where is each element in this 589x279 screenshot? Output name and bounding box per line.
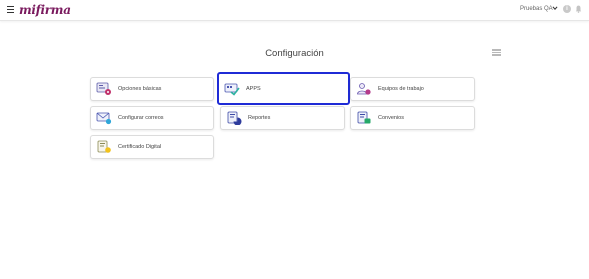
card-label: Opciones básicas: [118, 86, 162, 92]
card-configurar-correos[interactable]: Configurar correos: [90, 106, 214, 130]
card-certificado-digital[interactable]: Certificado Digital: [90, 135, 214, 159]
card-reportes[interactable]: Reportes: [220, 106, 345, 130]
card-label: Convenios: [378, 115, 404, 121]
card-label: Equipos de trabajo: [378, 86, 424, 92]
list-view-icon[interactable]: [492, 49, 501, 57]
basic-options-icon: [96, 82, 111, 95]
card-label: Configurar correos: [118, 115, 164, 121]
user-name[interactable]: Pruebas QA: [520, 6, 553, 12]
apps-icon: [224, 83, 240, 96]
agreements-icon: [357, 111, 371, 124]
logo-text: mifirma: [19, 3, 71, 17]
email-config-icon: [96, 112, 112, 125]
app-logo[interactable]: mifirma: [19, 2, 71, 18]
card-label: Reportes: [248, 115, 271, 121]
card-label: Certificado Digital: [118, 144, 162, 150]
card-convenios[interactable]: Convenios: [350, 106, 475, 130]
work-teams-icon: [357, 83, 371, 95]
card-label: APPS: [246, 85, 261, 92]
info-icon[interactable]: i: [563, 5, 571, 13]
menu-icon[interactable]: [7, 6, 14, 14]
top-navbar: mifirma Pruebas QA i: [0, 0, 589, 21]
card-apps[interactable]: APPS: [217, 72, 350, 105]
reports-icon: [227, 111, 242, 125]
chevron-down-icon[interactable]: [552, 5, 558, 11]
digital-certificate-icon: [97, 140, 111, 153]
bell-icon[interactable]: [575, 5, 582, 13]
card-opciones-basicas[interactable]: Opciones básicas: [90, 77, 214, 101]
card-equipos-de-trabajo[interactable]: Equipos de trabajo: [350, 77, 475, 101]
